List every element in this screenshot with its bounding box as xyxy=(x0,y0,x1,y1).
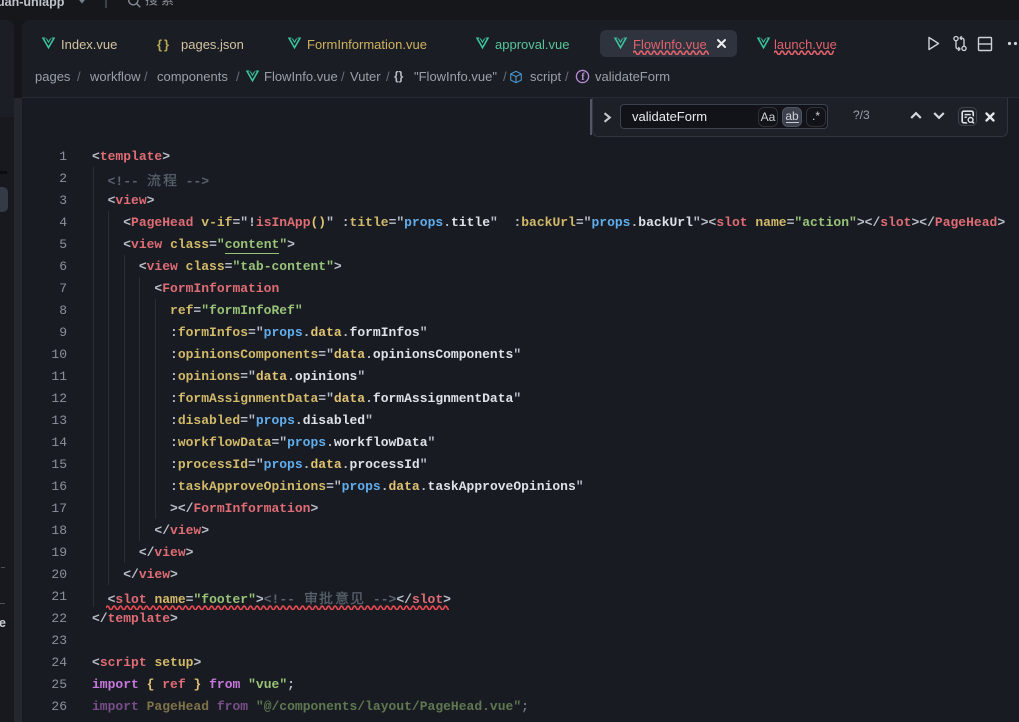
svg-text:f: f xyxy=(581,72,585,83)
